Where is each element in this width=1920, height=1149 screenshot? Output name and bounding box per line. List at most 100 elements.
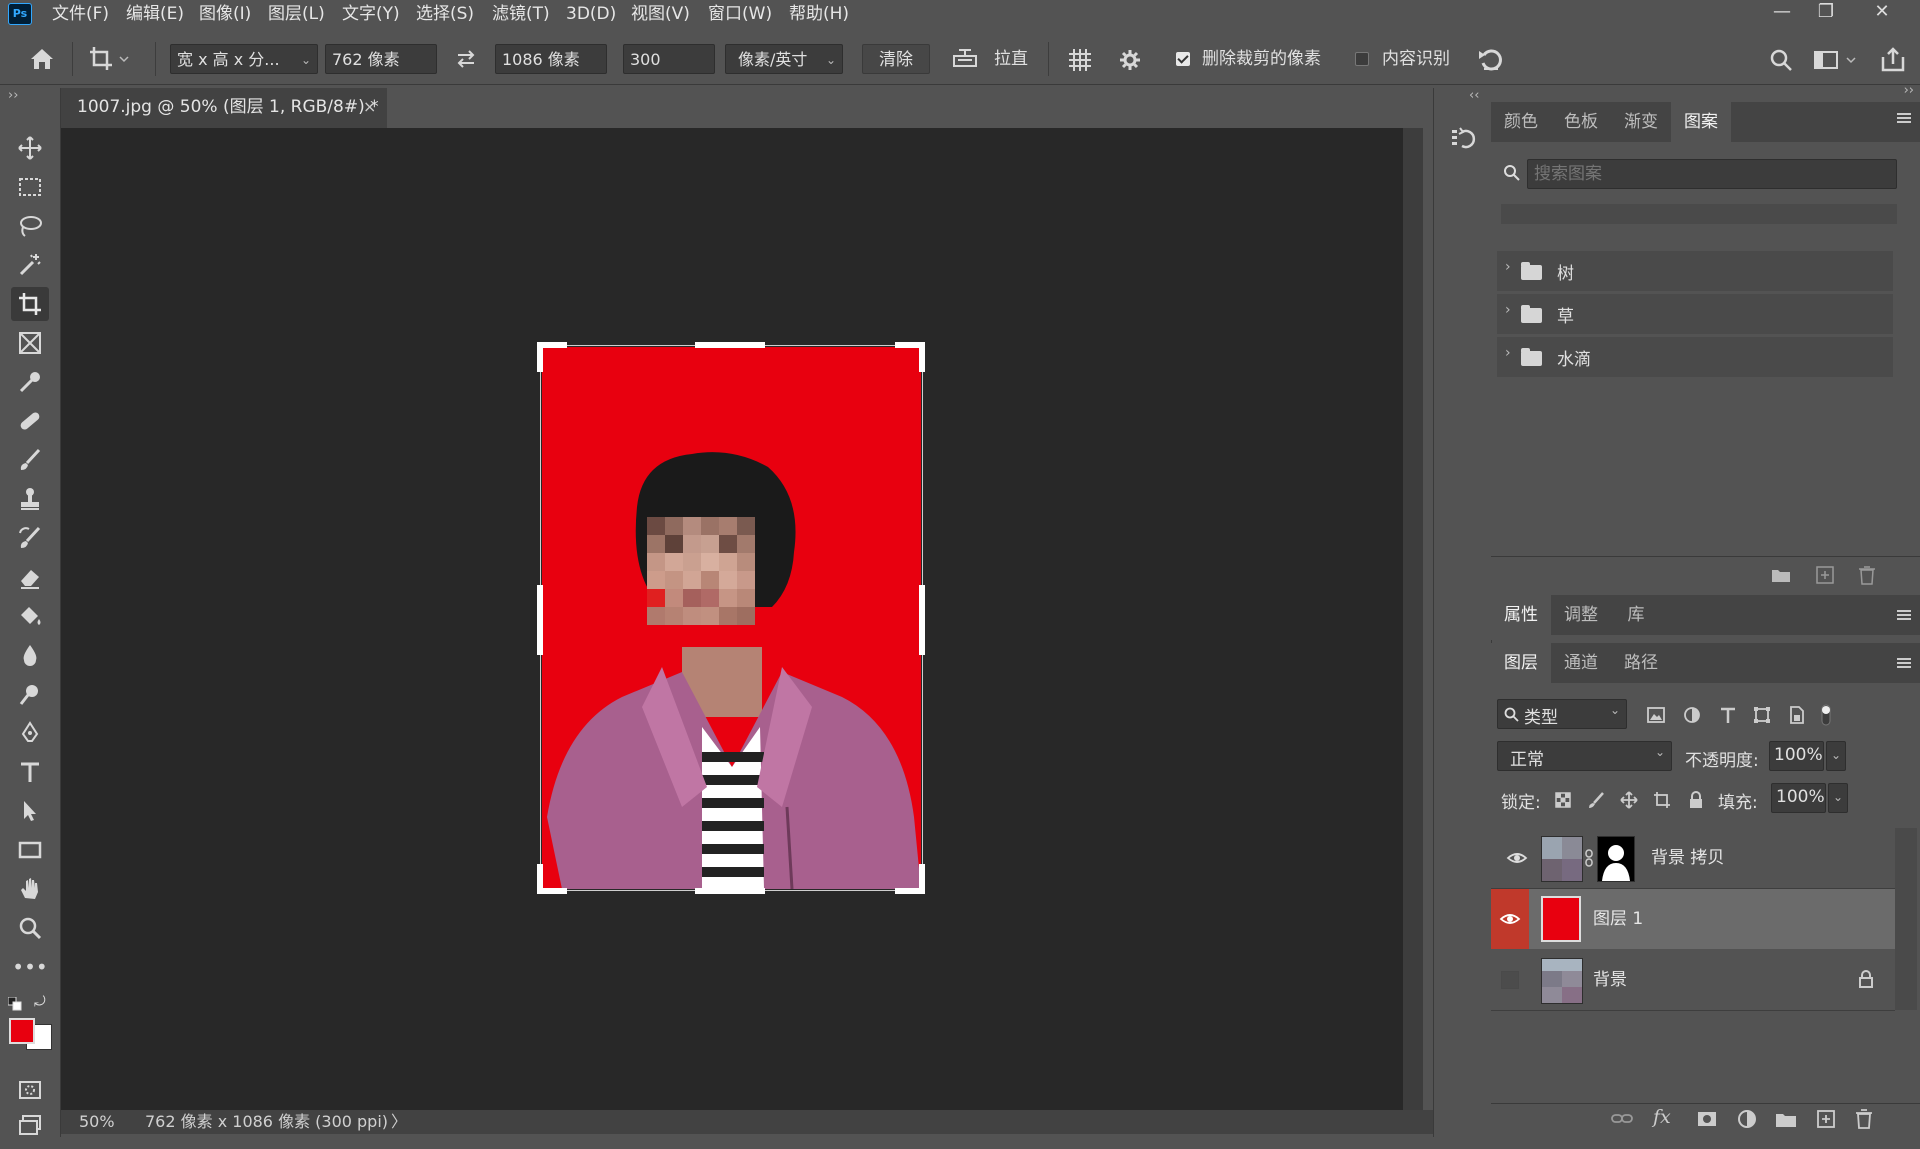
- home-icon[interactable]: [26, 43, 58, 75]
- magic-wand-tool-icon[interactable]: [11, 248, 49, 282]
- menu-filter[interactable]: 滤镜(T): [492, 2, 550, 26]
- adjustment-layer-filter-icon[interactable]: [1681, 704, 1703, 726]
- resolution-input[interactable]: 300: [623, 44, 715, 74]
- crop-tool-preset-icon[interactable]: [86, 43, 132, 75]
- more-tools-icon[interactable]: •••: [11, 950, 49, 984]
- zoom-tool-icon[interactable]: [11, 911, 49, 945]
- pattern-group-tree[interactable]: › 树: [1497, 251, 1893, 291]
- ratio-preset-dropdown[interactable]: 宽 x 高 x 分... ⌄: [170, 44, 318, 74]
- menu-3d[interactable]: 3D(D): [566, 2, 616, 26]
- opacity-input[interactable]: 100%: [1769, 741, 1824, 771]
- menu-file[interactable]: 文件(F): [52, 2, 109, 26]
- paint-bucket-tool-icon[interactable]: [11, 599, 49, 633]
- reset-icon[interactable]: [1476, 45, 1506, 75]
- smart-object-filter-icon[interactable]: [1785, 704, 1807, 726]
- tab-swatches[interactable]: 色板: [1551, 102, 1611, 142]
- tab-adjustments[interactable]: 调整: [1551, 595, 1611, 635]
- overlay-grid-icon[interactable]: [1065, 45, 1095, 75]
- healing-brush-tool-icon[interactable]: [11, 404, 49, 438]
- layer-filter-dropdown[interactable]: 类型 ⌄: [1497, 699, 1627, 729]
- collapse-panel-icon[interactable]: ››: [1904, 83, 1914, 98]
- crop-handle-right[interactable]: [919, 585, 925, 655]
- link-icon[interactable]: [1584, 848, 1594, 868]
- zoom-level[interactable]: 50%: [79, 1110, 115, 1134]
- opacity-slider-toggle[interactable]: ⌄: [1826, 741, 1846, 771]
- collapse-toolbar-icon[interactable]: ››: [8, 88, 18, 103]
- menu-edit[interactable]: 编辑(E): [126, 2, 184, 26]
- tab-color[interactable]: 颜色: [1491, 102, 1551, 142]
- type-tool-icon[interactable]: [11, 755, 49, 789]
- menu-image[interactable]: 图像(I): [199, 2, 251, 26]
- clone-stamp-tool-icon[interactable]: [11, 482, 49, 516]
- tab-properties[interactable]: 属性: [1491, 595, 1551, 635]
- lock-icon[interactable]: [1857, 969, 1875, 989]
- layer-mask-thumbnail[interactable]: [1597, 836, 1635, 882]
- share-icon[interactable]: [1878, 45, 1908, 75]
- vertical-scrollbar[interactable]: [1403, 128, 1423, 1110]
- pattern-group-grass[interactable]: › 草: [1497, 294, 1893, 334]
- resolution-unit-dropdown[interactable]: 像素/英寸 ⌄: [725, 44, 843, 74]
- eraser-tool-icon[interactable]: [11, 560, 49, 594]
- pen-tool-icon[interactable]: [11, 716, 49, 750]
- lasso-tool-icon[interactable]: [11, 209, 49, 243]
- tab-layers[interactable]: 图层: [1491, 643, 1551, 683]
- pixel-layer-filter-icon[interactable]: [1645, 704, 1667, 726]
- close-tab-icon[interactable]: ×: [363, 88, 376, 126]
- crop-handle-bottom-left-v[interactable]: [537, 864, 543, 894]
- add-mask-icon[interactable]: [1694, 1106, 1720, 1132]
- frame-tool-icon[interactable]: [11, 326, 49, 360]
- tab-libraries[interactable]: 库: [1611, 595, 1661, 635]
- panel-menu-icon[interactable]: [1895, 655, 1913, 671]
- history-panel-icon[interactable]: [1448, 124, 1478, 154]
- layer-row-background[interactable]: 背景: [1491, 950, 1895, 1011]
- content-aware-label[interactable]: 内容识别: [1382, 44, 1450, 74]
- hand-tool-icon[interactable]: [11, 872, 49, 906]
- trash-icon[interactable]: [1851, 1106, 1877, 1132]
- clear-button[interactable]: 清除: [862, 44, 930, 74]
- history-brush-tool-icon[interactable]: [11, 521, 49, 555]
- expand-panels-icon[interactable]: ‹‹: [1469, 88, 1479, 103]
- crop-tool-icon[interactable]: [11, 287, 49, 321]
- blend-mode-dropdown[interactable]: 正常 ⌄: [1497, 741, 1672, 771]
- straighten-label[interactable]: 拉直: [994, 44, 1028, 74]
- crop-handle-top[interactable]: [695, 342, 765, 348]
- menu-type[interactable]: 文字(Y): [342, 2, 400, 26]
- marquee-tool-icon[interactable]: [11, 170, 49, 204]
- eyedropper-tool-icon[interactable]: [11, 365, 49, 399]
- filter-toggle-icon[interactable]: [1819, 701, 1833, 729]
- restore-button[interactable]: ❐: [1804, 0, 1848, 26]
- document-tab[interactable]: 1007.jpg @ 50% (图层 1, RGB/8#) * ×: [61, 88, 387, 128]
- fill-slider-toggle[interactable]: ⌄: [1828, 783, 1848, 813]
- menu-select[interactable]: 选择(S): [416, 2, 474, 26]
- height-input[interactable]: 1086 像素: [495, 44, 607, 74]
- crop-handle-top-right-v[interactable]: [919, 342, 925, 372]
- menu-layer[interactable]: 图层(L): [268, 2, 325, 26]
- menu-window[interactable]: 窗口(W): [708, 2, 772, 26]
- layers-scrollbar[interactable]: [1895, 828, 1917, 1010]
- lock-transparency-icon[interactable]: [1554, 791, 1572, 809]
- tab-patterns[interactable]: 图案: [1671, 102, 1731, 142]
- adjustment-layer-icon[interactable]: [1734, 1106, 1760, 1132]
- crop-handle-bottom-right-v[interactable]: [919, 864, 925, 894]
- rectangle-tool-icon[interactable]: [11, 833, 49, 867]
- search-icon[interactable]: [1766, 45, 1796, 75]
- new-group-icon[interactable]: [1773, 1106, 1799, 1132]
- fill-input[interactable]: 100%: [1771, 783, 1826, 813]
- layer-style-icon[interactable]: fx: [1653, 1106, 1679, 1132]
- type-layer-filter-icon[interactable]: [1717, 704, 1739, 726]
- menu-help[interactable]: 帮助(H): [789, 2, 849, 26]
- layer-row-layer-1[interactable]: 图层 1: [1491, 889, 1895, 949]
- content-aware-checkbox[interactable]: [1355, 52, 1369, 66]
- swap-colors-icon[interactable]: ⤾: [34, 994, 50, 1010]
- panel-menu-icon[interactable]: [1895, 110, 1913, 126]
- foreground-color-swatch[interactable]: [9, 1018, 35, 1044]
- quick-mask-icon[interactable]: [11, 1073, 49, 1107]
- workspace-icon[interactable]: [1812, 45, 1860, 75]
- shape-layer-filter-icon[interactable]: [1751, 704, 1773, 726]
- delete-cropped-label[interactable]: 删除裁剪的像素: [1202, 44, 1321, 74]
- layer-row-background-copy[interactable]: 背景 拷贝: [1491, 828, 1895, 889]
- crop-boundary[interactable]: [540, 345, 923, 891]
- move-tool-icon[interactable]: [11, 131, 49, 165]
- crop-handle-bottom[interactable]: [695, 888, 765, 894]
- straighten-icon[interactable]: [950, 46, 980, 72]
